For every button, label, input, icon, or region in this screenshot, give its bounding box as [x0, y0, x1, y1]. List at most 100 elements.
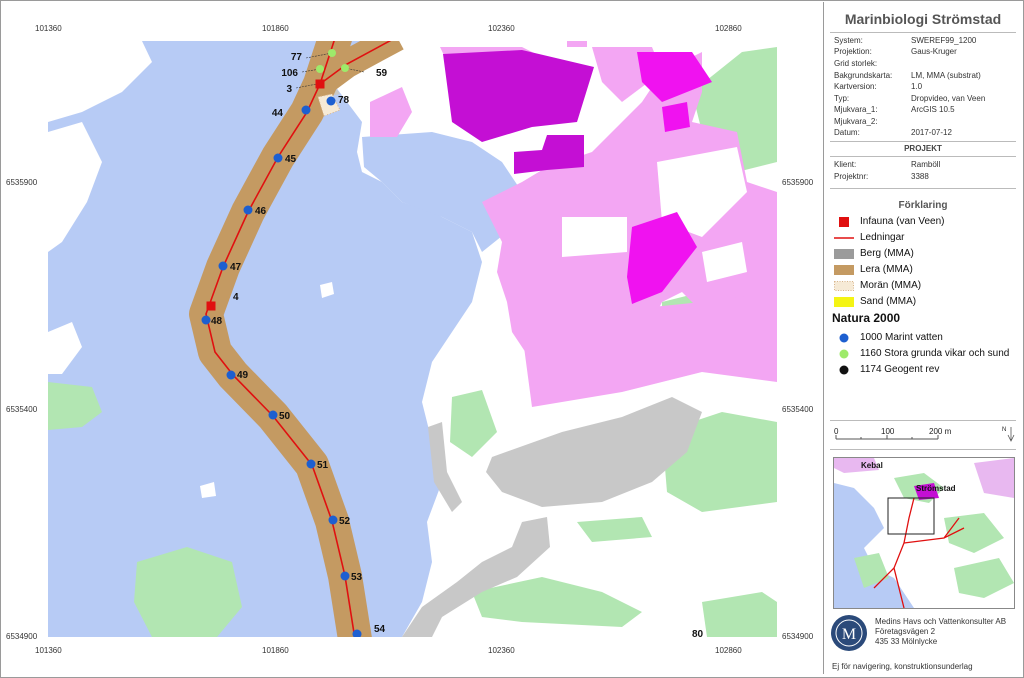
point-label: 51: [317, 460, 329, 471]
natura-1000-marker[interactable]: [328, 515, 338, 525]
meta-value: Ramböll: [911, 160, 941, 169]
natura-1160-marker[interactable]: [341, 64, 349, 72]
divider: [830, 156, 1016, 157]
meta-key: Typ:: [834, 94, 850, 103]
company-block: M Medins Havs och Vattenkonsulter AB För…: [830, 614, 1020, 654]
meta-value: 1.0: [911, 82, 923, 91]
x-tick-top-2: 101860: [262, 24, 289, 33]
point-label: 52: [339, 516, 351, 527]
point-label: 3: [286, 84, 292, 95]
point-label: 50: [279, 411, 291, 422]
black-dot-icon: [839, 365, 849, 375]
legend-label: Lera (MMA): [860, 264, 913, 275]
meta-key: Projektnr:: [834, 172, 869, 181]
legend-label: Infauna (van Veen): [860, 216, 945, 227]
meta-key: Mjukvara_2:: [834, 117, 878, 126]
green-dot-icon: [839, 349, 849, 359]
y-tick-left-2: 6535400: [6, 405, 38, 414]
meta-value: LM, MMA (substrat): [911, 71, 981, 80]
divider: [830, 420, 1016, 421]
legend-title: Förklaring: [898, 200, 948, 211]
infauna-marker[interactable]: [315, 79, 325, 89]
x-tick-top-4: 102860: [715, 24, 742, 33]
meta-value: SWEREF99_1200: [911, 36, 977, 45]
scale-bar-graphic: [835, 435, 939, 440]
natura-1000-marker[interactable]: [218, 261, 228, 271]
y-tick-right-2: 6535400: [782, 405, 814, 414]
divider: [830, 188, 1016, 189]
y-tick-right-3: 6534900: [782, 632, 814, 641]
sample-point-78[interactable]: 78: [326, 95, 350, 106]
point-label: 48: [211, 316, 223, 327]
svg-text:M: M: [842, 626, 856, 643]
legend-label: Berg (MMA): [860, 248, 914, 259]
scale-label-0: 0: [834, 427, 839, 436]
project-header: PROJEKT: [904, 144, 942, 153]
north-label: N: [1002, 427, 1007, 433]
yellow-box-icon: [834, 297, 854, 307]
x-tick-bottom-2: 101860: [262, 646, 289, 655]
company-street: Företagsvägen 2: [875, 627, 936, 636]
y-tick-left-3: 6534900: [6, 632, 38, 641]
point-label: 46: [255, 206, 267, 217]
scale-label-100: 100: [881, 427, 895, 436]
y-tick-right-1: 6535900: [782, 178, 814, 187]
natura-1160-marker[interactable]: [328, 49, 336, 57]
x-tick-top-1: 101360: [35, 24, 62, 33]
meta-key: Kartversion:: [834, 82, 877, 91]
red-line-icon: [834, 237, 854, 239]
white-block: [562, 217, 627, 257]
legend-label: Sand (MMA): [860, 296, 917, 307]
natura-1160-marker[interactable]: [316, 65, 324, 73]
natura-1000-marker[interactable]: [243, 205, 253, 215]
inset-map[interactable]: Kebal Strömstad: [833, 457, 1015, 609]
point-label: 80: [692, 629, 704, 637]
meta-value: 3388: [911, 172, 929, 181]
natura-1000-marker[interactable]: [226, 370, 236, 380]
sidebar: Marinbiologi Strömstad System: SWEREF99_…: [823, 2, 1022, 674]
sample-point-80[interactable]: 80: [692, 629, 704, 637]
point-label: 4: [233, 292, 239, 303]
blue-dot-icon: [839, 333, 849, 343]
natura-1000-marker[interactable]: [268, 410, 278, 420]
x-tick-top-3: 102360: [488, 24, 515, 33]
point-label: 44: [272, 108, 284, 119]
disclaimer: Ej för navigering, konstruktionsunderlag: [832, 662, 973, 671]
point-label: 53: [351, 572, 363, 583]
x-tick-bottom-3: 102360: [488, 646, 515, 655]
legend-label: 1000 Marint vatten: [860, 332, 943, 343]
meta-key: Datum:: [834, 128, 860, 137]
point-label: 106: [281, 68, 298, 79]
green-area: [134, 547, 242, 637]
natura-1000-marker[interactable]: [340, 571, 350, 581]
grey-box-icon: [834, 249, 854, 259]
map-panel[interactable]: 101360 101860 102360 102860 101360 10186…: [2, 2, 821, 674]
brown-box-icon: [834, 265, 854, 275]
divider: [830, 141, 1016, 142]
divider: [830, 32, 1016, 33]
magenta-area: [662, 102, 690, 132]
meta-value: ArcGIS 10.5: [911, 105, 955, 114]
dotted-box-icon: [834, 281, 854, 291]
inset-map-canvas: Kebal Strömstad: [834, 458, 1014, 608]
meta-value: Gaus-Kruger: [911, 47, 957, 56]
company-city: 435 33 Mölnlycke: [875, 637, 938, 646]
natura-1000-marker[interactable]: [326, 96, 336, 106]
divider: [830, 449, 1016, 450]
infauna-marker[interactable]: [206, 301, 216, 311]
scale-bar: 0 100 200 m N: [834, 427, 1015, 449]
natura-1000-marker[interactable]: [273, 153, 283, 163]
natura-1000-marker[interactable]: [201, 315, 211, 325]
natura-1000-marker[interactable]: [306, 459, 316, 469]
natura-1000-marker[interactable]: [301, 105, 311, 115]
point-label: 49: [237, 370, 249, 381]
point-label: 78: [338, 95, 350, 106]
point-label: 45: [285, 154, 297, 165]
meta-key: Klient:: [834, 160, 857, 169]
map-canvas[interactable]: 77 106 59 3 78 44 45 46 47 4 48 49 50 51 52 53 54 80: [48, 41, 777, 637]
company-name: Medins Havs och Vattenkonsulter AB: [875, 617, 1007, 626]
company-logo-icon: M: [831, 615, 867, 651]
legend-label: 1174 Geogent rev: [860, 364, 940, 375]
point-label: 47: [230, 262, 242, 273]
legend-label: Ledningar: [860, 232, 905, 243]
